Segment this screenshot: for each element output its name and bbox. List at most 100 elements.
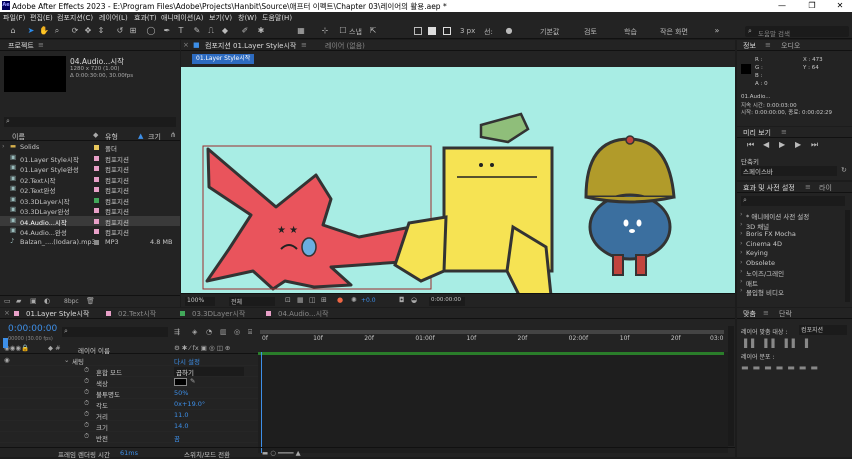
property-value[interactable]: 꿈 bbox=[174, 433, 180, 443]
new-composition-icon[interactable]: ▣ bbox=[30, 297, 37, 305]
project-item[interactable]: ▣ 03.3DLayer시작 컴포지션 bbox=[0, 195, 180, 206]
close-tab-icon[interactable]: × bbox=[4, 309, 10, 317]
timeline-tab-1[interactable]: 01.Layer Style시작 bbox=[26, 309, 89, 319]
current-time-display[interactable]: 0:00:00:00 bbox=[429, 297, 465, 306]
property-row[interactable]: ⏱ 혼합 모드 곱하기 bbox=[0, 366, 258, 377]
puppet-pin-icon[interactable]: ✱ bbox=[256, 26, 266, 36]
stopwatch-icon[interactable]: ⏱ bbox=[84, 410, 89, 419]
tab-project[interactable]: 프로젝트 bbox=[8, 41, 34, 51]
workspace-default[interactable]: 기본값 bbox=[540, 27, 559, 37]
property-value[interactable]: 다시 설정 bbox=[174, 356, 200, 366]
pen-tool-icon[interactable]: ✒ bbox=[162, 26, 172, 36]
reset-icon[interactable]: ↻ bbox=[841, 166, 847, 174]
project-item[interactable]: ♪ Balzan_....(Iodara).mp3 MP3 4.8 MB bbox=[0, 237, 180, 247]
timeline-tab-3[interactable]: 03.3DLayer시작 bbox=[192, 309, 245, 319]
zoom-dropdown[interactable]: 100% bbox=[185, 297, 215, 306]
fill-swatch[interactable] bbox=[428, 27, 436, 35]
timeline-timecode[interactable]: 0:00:00:00 bbox=[8, 324, 57, 334]
color-channel-icon[interactable]: ● bbox=[337, 296, 343, 304]
transparency-grid-icon[interactable]: ▦ bbox=[297, 296, 304, 304]
label-color-swatch[interactable] bbox=[94, 155, 99, 161]
project-search-field[interactable]: ⌕ bbox=[4, 117, 176, 127]
effects-search-field[interactable]: ⌕ bbox=[741, 196, 845, 206]
panel-menu-icon[interactable]: ≡ bbox=[38, 41, 44, 49]
next-frame-icon[interactable]: ▶︎ bbox=[795, 140, 801, 149]
close-button[interactable]: ✕ bbox=[826, 0, 852, 12]
project-item[interactable]: ▣ 04.Audio...완성 컴포지션 bbox=[0, 226, 180, 237]
toggle-switches-modes[interactable]: 스위치/모드 전환 bbox=[184, 449, 230, 459]
local-axis-icon[interactable]: ⊹ bbox=[320, 26, 330, 36]
zoom-slider-icon[interactable]: ▬ ○ ━━━━ ▲ bbox=[262, 449, 301, 457]
property-row[interactable]: ⏱ 크기 14.0 bbox=[0, 421, 258, 432]
home-icon[interactable]: ⌂ bbox=[8, 26, 18, 36]
prev-frame-icon[interactable]: ◀︎ bbox=[763, 140, 769, 149]
expand-arrow-icon[interactable]: › bbox=[740, 277, 743, 285]
tab-audio[interactable]: 오디오 bbox=[781, 41, 800, 51]
property-row[interactable]: ⏱ 거리 11.0 bbox=[0, 410, 258, 421]
interpret-footage-icon[interactable]: ▭ bbox=[4, 297, 11, 305]
stroke-swatch[interactable] bbox=[443, 27, 451, 35]
label-color-swatch[interactable] bbox=[94, 166, 99, 171]
ellipse-tool-icon[interactable]: ◯ bbox=[146, 26, 156, 36]
flowchart-icon[interactable]: ⋔ bbox=[170, 131, 176, 139]
project-item[interactable]: ▣ 02.Text완성 컴포지션 bbox=[0, 184, 180, 195]
menu-help[interactable]: 도움말(H) bbox=[262, 13, 292, 23]
expand-arrow-icon[interactable]: › bbox=[740, 220, 743, 228]
time-indicator-head[interactable] bbox=[3, 338, 8, 348]
new-folder-icon[interactable]: ▰ bbox=[16, 297, 21, 305]
label-color-swatch[interactable] bbox=[94, 145, 99, 150]
label-color-swatch[interactable] bbox=[94, 208, 99, 213]
expand-arrow-icon[interactable]: › bbox=[740, 267, 743, 275]
timeline-track-area[interactable] bbox=[258, 352, 728, 453]
visibility-eye-icon[interactable]: ◉ bbox=[4, 356, 10, 364]
expand-arrow-icon[interactable]: › bbox=[740, 239, 743, 247]
timeline-search-field[interactable]: ⌕ bbox=[62, 327, 168, 337]
stroke-width[interactable]: 3 px bbox=[460, 27, 475, 35]
stopwatch-icon[interactable]: ⏱ bbox=[84, 399, 89, 408]
tab-library[interactable]: 라이 bbox=[819, 183, 832, 193]
panel-menu-icon[interactable]: ≡ bbox=[301, 41, 307, 49]
expand-arrow-icon[interactable]: ⌄ bbox=[64, 356, 69, 364]
shortcut-dropdown[interactable]: 스페이스바 bbox=[741, 166, 837, 176]
menu-view[interactable]: 보기(V) bbox=[209, 13, 232, 23]
dolly-camera-icon[interactable]: ⇕ bbox=[96, 26, 106, 36]
last-frame-icon[interactable]: ⏭ bbox=[811, 140, 818, 150]
graph-editor-icon[interactable]: ⌸ bbox=[248, 328, 252, 337]
stopwatch-icon[interactable]: ⏱ bbox=[84, 432, 89, 441]
label-color-swatch[interactable] bbox=[94, 218, 99, 224]
property-row[interactable]: ⏱ 색상 ✎ bbox=[0, 377, 258, 388]
expand-arrow-icon[interactable]: › bbox=[740, 248, 743, 256]
composition-viewer[interactable]: ★ ★ bbox=[181, 67, 735, 293]
stopwatch-icon[interactable]: ⏱ bbox=[84, 388, 89, 397]
expand-arrow-icon[interactable]: › bbox=[740, 210, 743, 218]
property-value[interactable]: 50% bbox=[174, 389, 188, 397]
tab-composition[interactable]: 컴포지션 01.Layer Style시작 bbox=[205, 41, 296, 51]
label-color-swatch[interactable] bbox=[94, 176, 99, 182]
mask-visibility-icon[interactable]: ◫ bbox=[309, 296, 316, 304]
project-item[interactable]: ▣ 03.3DLayer완성 컴포지션 bbox=[0, 205, 180, 216]
grid-icon[interactable]: ▦ bbox=[296, 26, 306, 36]
workspace-learn[interactable]: 학습 bbox=[624, 27, 637, 37]
snapshot-icon[interactable]: ◘ bbox=[399, 296, 405, 304]
property-value[interactable]: 11.0 bbox=[174, 411, 188, 419]
selection-tool-icon[interactable]: ➤ bbox=[26, 26, 36, 36]
expand-arrow-icon[interactable]: › bbox=[2, 142, 5, 150]
stopwatch-icon[interactable]: ⏱ bbox=[84, 377, 89, 386]
menu-animation[interactable]: 애니메이션(A) bbox=[161, 13, 203, 23]
expand-arrow-icon[interactable]: › bbox=[740, 229, 743, 237]
tab-info[interactable]: 정보 bbox=[743, 41, 756, 51]
guides-icon[interactable]: ⊞ bbox=[321, 296, 327, 304]
play-icon[interactable]: ▶︎ bbox=[779, 140, 785, 149]
stopwatch-icon[interactable]: ⏱ bbox=[84, 366, 89, 375]
rotate-tool-icon[interactable]: ↺ bbox=[115, 26, 125, 36]
tab-align[interactable]: 맞춤 bbox=[743, 309, 756, 319]
align-buttons[interactable]: ▐▌▐▌▐▌▐ bbox=[741, 339, 812, 348]
workspace-menu-icon[interactable]: » bbox=[712, 26, 722, 36]
effects-scrollbar[interactable] bbox=[845, 210, 850, 302]
col-layer-name[interactable]: 레이어 이름 bbox=[78, 345, 110, 355]
menu-edit[interactable]: 편집(E) bbox=[30, 13, 53, 23]
motion-blur-icon[interactable]: ◎ bbox=[234, 328, 240, 336]
property-value[interactable]: 14.0 bbox=[174, 422, 188, 430]
property-row[interactable]: ◉ ⌄ 세팅 다시 설정 bbox=[0, 355, 258, 366]
workspace-review[interactable]: 검토 bbox=[584, 27, 597, 37]
